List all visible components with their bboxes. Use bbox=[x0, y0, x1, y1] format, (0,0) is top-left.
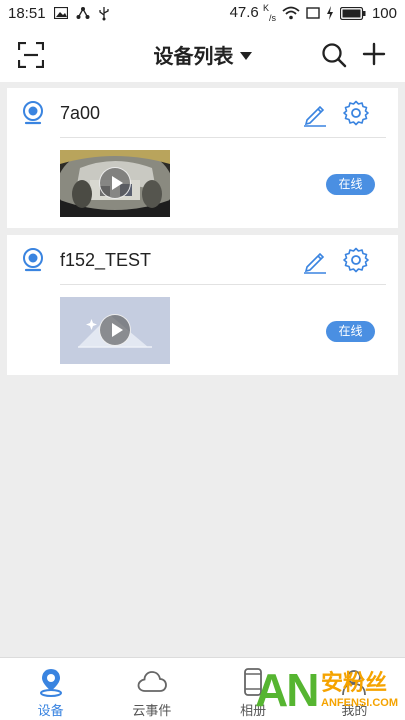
watermark-cn: 安粉丝 bbox=[321, 670, 388, 695]
tab-devices[interactable]: 设备 bbox=[0, 658, 101, 720]
device-thumbnail[interactable] bbox=[60, 150, 170, 217]
cloud-icon bbox=[137, 671, 167, 692]
share-icon bbox=[76, 7, 90, 19]
app-header: 设备列表 bbox=[0, 26, 405, 82]
card-divider bbox=[60, 137, 386, 138]
watermark-brand: AN bbox=[255, 664, 319, 716]
gear-icon[interactable] bbox=[343, 100, 369, 126]
tab-cloud-events[interactable]: 云事件 bbox=[101, 658, 202, 720]
wifi-icon bbox=[282, 6, 300, 20]
gear-icon[interactable] bbox=[343, 247, 369, 273]
card-divider bbox=[60, 284, 386, 285]
tab-label: 云事件 bbox=[132, 703, 172, 718]
device-card[interactable]: 7a00 在线 bbox=[7, 88, 398, 228]
edit-icon[interactable] bbox=[302, 101, 328, 127]
status-badge: 在线 bbox=[326, 321, 375, 342]
device-thumbnail[interactable] bbox=[60, 297, 170, 364]
device-location-icon bbox=[39, 669, 62, 697]
watermark-url: ANFENSI.COM bbox=[321, 697, 398, 709]
add-icon[interactable] bbox=[362, 42, 386, 66]
usb-icon bbox=[98, 6, 109, 20]
charging-icon bbox=[326, 6, 333, 20]
device-card[interactable]: f152_TEST 在线 bbox=[7, 235, 398, 375]
camera-icon bbox=[23, 248, 43, 272]
dropdown-caret-icon bbox=[239, 52, 252, 60]
screen-icon bbox=[306, 7, 320, 19]
camera-icon bbox=[23, 101, 43, 125]
play-icon[interactable] bbox=[99, 167, 131, 199]
device-name: 7a00 bbox=[60, 103, 101, 123]
page-title: 设备列表 bbox=[153, 46, 234, 68]
tab-label: 设备 bbox=[37, 703, 64, 718]
status-bar: 18:51 47.6 K/s 100 bbox=[0, 0, 405, 26]
site-watermark: AN 安粉丝 ANFENSI.COM bbox=[255, 665, 405, 720]
image-icon bbox=[53, 7, 68, 19]
device-name: f152_TEST bbox=[60, 250, 152, 270]
edit-icon[interactable] bbox=[302, 248, 328, 274]
search-icon[interactable] bbox=[321, 42, 347, 68]
battery-level: 100 bbox=[371, 4, 397, 22]
status-time: 18:51 bbox=[8, 4, 46, 22]
network-speed: 47.6 K/s bbox=[229, 3, 276, 23]
play-icon[interactable] bbox=[99, 314, 131, 346]
status-badge: 在线 bbox=[326, 174, 375, 195]
battery-icon bbox=[339, 6, 366, 20]
